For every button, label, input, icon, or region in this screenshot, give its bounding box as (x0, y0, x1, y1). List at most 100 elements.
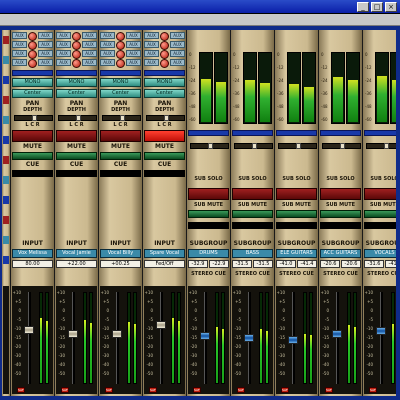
aux-send-button[interactable]: AUX (38, 50, 53, 57)
aux-send-button[interactable]: AUX (12, 59, 27, 66)
aux-knob[interactable] (116, 41, 125, 50)
aux-send-button[interactable]: AUX (126, 59, 141, 66)
routing-bar[interactable] (320, 130, 361, 136)
routing-bar[interactable] (276, 130, 317, 136)
maximize-button[interactable]: □ (371, 2, 383, 12)
safe-button[interactable]: SAFE (61, 387, 69, 393)
aux-send-button[interactable]: AUX (126, 50, 141, 57)
aux-knob[interactable] (72, 59, 81, 68)
aux-knob[interactable] (116, 50, 125, 59)
channel-name[interactable]: Spare Vocal (144, 249, 185, 258)
aux-send-button[interactable]: AUX (56, 41, 71, 48)
channel-name[interactable]: Vox Melissa (12, 249, 53, 258)
aux-send-button[interactable]: AUX (126, 41, 141, 48)
pan-slider-thumb[interactable] (75, 115, 81, 121)
balance-slider[interactable] (278, 143, 317, 149)
pan-slider[interactable] (146, 115, 185, 121)
pan-slider[interactable] (102, 115, 141, 121)
safe-button[interactable]: SAFE (281, 387, 289, 393)
minimize-button[interactable]: _ (357, 2, 369, 12)
cue-button[interactable] (364, 210, 396, 218)
cue-button[interactable] (276, 210, 317, 218)
aux-knob[interactable] (72, 32, 81, 41)
aux-send-button[interactable]: AUX (38, 59, 53, 66)
subgroup-value-right[interactable]: -41.4 (297, 260, 317, 268)
balance-slider-thumb[interactable] (383, 143, 389, 149)
aux-send-button[interactable]: AUX (12, 50, 27, 57)
mute-button[interactable] (56, 130, 97, 142)
balance-slider-thumb[interactable] (251, 143, 257, 149)
safe-button[interactable]: SAFE (17, 387, 25, 393)
aux-knob[interactable] (160, 41, 169, 50)
volume-fader[interactable] (244, 334, 254, 342)
volume-fader[interactable] (376, 327, 386, 336)
subgroup-name[interactable]: BASS (232, 249, 273, 258)
subgroup-value-right[interactable]: -31.5 (253, 260, 273, 268)
mono-button[interactable]: MONO (12, 78, 53, 87)
balance-slider-thumb[interactable] (295, 143, 301, 149)
aux-knob[interactable] (28, 32, 37, 41)
cue-button[interactable] (320, 210, 361, 218)
channel-name[interactable]: Vocal Billy (100, 249, 141, 258)
aux-send-button[interactable]: AUX (144, 59, 159, 66)
mono-button[interactable]: MONO (144, 78, 185, 87)
sub-mute-button[interactable] (232, 188, 273, 200)
close-button[interactable]: × (385, 2, 397, 12)
aux-knob[interactable] (116, 59, 125, 68)
safe-button[interactable]: SAFE (105, 387, 113, 393)
subgroup-value-left[interactable]: -41.0 (276, 260, 296, 268)
aux-knob[interactable] (160, 50, 169, 59)
routing-bar[interactable] (232, 130, 273, 136)
routing-bar[interactable] (364, 130, 396, 136)
balance-slider[interactable] (190, 143, 229, 149)
balance-slider[interactable] (366, 143, 396, 149)
sub-mute-button[interactable] (188, 188, 229, 200)
channel-name[interactable]: Vocal Jamie (56, 249, 97, 258)
center-button[interactable]: Center (12, 89, 53, 98)
cue-button[interactable] (232, 210, 273, 218)
aux-send-button[interactable]: AUX (56, 50, 71, 57)
routing-bar[interactable] (56, 70, 97, 76)
aux-knob[interactable] (28, 50, 37, 59)
subgroup-value-left[interactable]: -20.6 (320, 260, 340, 268)
cue-button[interactable] (56, 152, 97, 160)
pan-slider-thumb[interactable] (31, 115, 37, 121)
volume-fader[interactable] (332, 329, 342, 338)
sub-mute-button[interactable] (320, 188, 361, 200)
volume-fader[interactable] (68, 329, 78, 338)
aux-send-button[interactable]: AUX (100, 59, 115, 66)
aux-send-button[interactable]: AUX (126, 32, 141, 39)
aux-knob[interactable] (28, 41, 37, 50)
aux-send-button[interactable]: AUX (82, 59, 97, 66)
cue-button[interactable] (144, 152, 185, 160)
volume-fader[interactable] (200, 332, 210, 341)
pan-slider-thumb[interactable] (119, 115, 125, 121)
subgroup-name[interactable]: DRUMS (188, 249, 229, 258)
routing-bar[interactable] (144, 70, 185, 76)
aux-knob[interactable] (72, 41, 81, 50)
aux-send-button[interactable]: AUX (100, 41, 115, 48)
center-button[interactable]: Center (144, 89, 185, 98)
safe-button[interactable]: SAFE (193, 387, 201, 393)
aux-send-button[interactable]: AUX (56, 59, 71, 66)
balance-slider-thumb[interactable] (207, 143, 213, 149)
aux-send-button[interactable]: AUX (82, 32, 97, 39)
aux-send-button[interactable]: AUX (38, 32, 53, 39)
aux-send-button[interactable]: AUX (100, 32, 115, 39)
aux-knob[interactable] (160, 59, 169, 68)
aux-send-button[interactable]: AUX (144, 41, 159, 48)
mute-button[interactable] (144, 130, 185, 142)
subgroup-value-right[interactable]: -20.6 (341, 260, 361, 268)
subgroup-value-left[interactable]: -31.6 (364, 260, 384, 268)
aux-send-button[interactable]: AUX (12, 41, 27, 48)
aux-knob[interactable] (72, 50, 81, 59)
safe-button[interactable]: SAFE (369, 387, 377, 393)
aux-send-button[interactable]: AUX (100, 50, 115, 57)
aux-send-button[interactable]: AUX (12, 32, 27, 39)
subgroup-value-left[interactable]: -31.5 (232, 260, 252, 268)
aux-knob[interactable] (28, 59, 37, 68)
channel-value[interactable]: 80.00 (12, 260, 53, 268)
aux-send-button[interactable]: AUX (170, 32, 185, 39)
balance-slider[interactable] (234, 143, 273, 149)
aux-knob[interactable] (160, 32, 169, 41)
